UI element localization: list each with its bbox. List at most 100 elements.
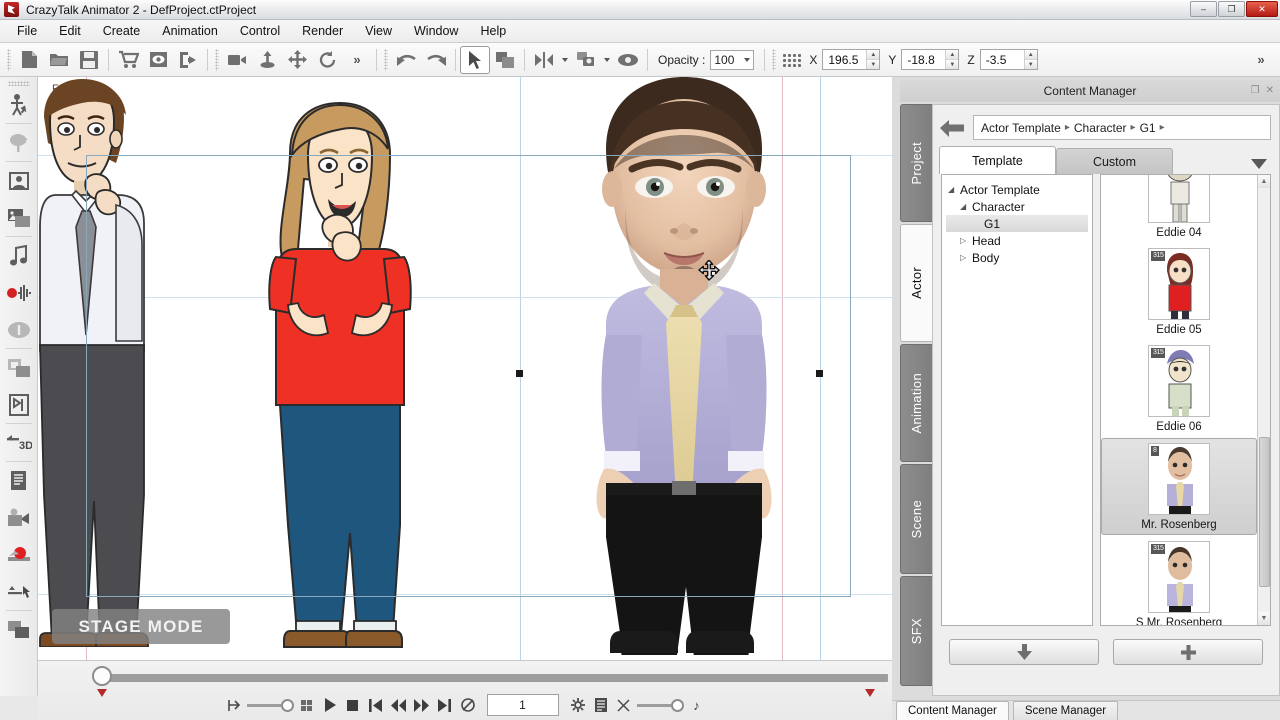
actor-tool-icon[interactable] bbox=[3, 86, 35, 123]
script-text-icon[interactable] bbox=[3, 462, 35, 499]
duplicate-icon[interactable] bbox=[490, 46, 520, 74]
tree-collapse-icon[interactable]: ▷ bbox=[960, 253, 972, 262]
move-tool-icon[interactable] bbox=[282, 46, 312, 74]
menu-render[interactable]: Render bbox=[291, 21, 354, 41]
tree-node-head[interactable]: ▷ Head bbox=[946, 232, 1088, 249]
sidebar-item-actor[interactable]: Actor bbox=[900, 224, 932, 342]
camera-object-icon[interactable] bbox=[3, 499, 35, 536]
undo-icon[interactable] bbox=[391, 46, 421, 74]
flip-horizontal-icon[interactable] bbox=[529, 46, 559, 74]
tree-node-character[interactable]: ◢ Character bbox=[946, 198, 1088, 215]
toolbar-grip[interactable] bbox=[215, 49, 219, 71]
list-item[interactable]: 315 Eddie 05 bbox=[1101, 244, 1257, 339]
select-arrow-icon[interactable] bbox=[460, 46, 490, 74]
record-camera-icon[interactable] bbox=[222, 46, 252, 74]
category-tree[interactable]: ◢ Actor Template ◢ Character G1 ▷ Head bbox=[941, 174, 1093, 626]
rotate-tool-icon[interactable] bbox=[312, 46, 342, 74]
prop-tool-icon[interactable] bbox=[3, 124, 35, 161]
first-frame-icon[interactable] bbox=[366, 695, 386, 715]
playback-settings-icon[interactable] bbox=[568, 695, 588, 715]
menu-create[interactable]: Create bbox=[92, 21, 152, 41]
layer-manager-icon[interactable] bbox=[3, 611, 35, 648]
breadcrumb-item-2[interactable]: G1 bbox=[1140, 121, 1156, 135]
last-frame-icon[interactable] bbox=[435, 695, 455, 715]
sidebar-item-animation[interactable]: Animation bbox=[900, 344, 932, 462]
audio-volume-icon[interactable]: ♪ bbox=[687, 695, 707, 715]
new-project-icon[interactable] bbox=[14, 46, 44, 74]
subtitle-text-icon[interactable] bbox=[3, 311, 35, 348]
tab-scene-manager[interactable]: Scene Manager bbox=[1013, 701, 1118, 720]
loop-toggle-icon[interactable] bbox=[458, 695, 478, 715]
y-stepper[interactable]: ▲▼ bbox=[945, 50, 958, 69]
selection-handle[interactable] bbox=[816, 370, 823, 377]
overflow-chevron-icon[interactable]: » bbox=[342, 46, 372, 74]
prev-frame-icon[interactable] bbox=[389, 695, 409, 715]
save-project-icon[interactable] bbox=[74, 46, 104, 74]
playback-speed-slider[interactable] bbox=[247, 699, 294, 712]
z-spinner[interactable]: ▲▼ bbox=[980, 49, 1038, 70]
marketplace-cart-icon[interactable] bbox=[113, 46, 143, 74]
media-element-icon[interactable] bbox=[3, 349, 35, 386]
stage-viewport[interactable]: FPS: 0.0 bbox=[38, 77, 892, 660]
render-record-icon[interactable] bbox=[3, 536, 35, 573]
tree-collapse-icon[interactable]: ▷ bbox=[960, 236, 972, 245]
opacity-input[interactable]: 100 bbox=[710, 50, 754, 70]
next-frame-icon[interactable] bbox=[412, 695, 432, 715]
thumbnail-list[interactable]: Eddie 04 bbox=[1101, 175, 1257, 625]
tree-node-body[interactable]: ▷ Body bbox=[946, 249, 1088, 266]
sidebar-item-sfx[interactable]: SFX bbox=[900, 576, 932, 686]
menu-edit[interactable]: Edit bbox=[48, 21, 92, 41]
panel-close-icon[interactable]: ✕ bbox=[1266, 85, 1274, 96]
add-content-button[interactable] bbox=[1113, 639, 1263, 665]
maximize-button[interactable]: ❐ bbox=[1218, 1, 1245, 17]
visibility-eye-icon[interactable] bbox=[613, 46, 643, 74]
current-frame-input[interactable]: 1 bbox=[487, 694, 559, 716]
timeline-track[interactable] bbox=[98, 674, 888, 682]
list-item-selected[interactable]: 8 Mr. Rosenberg bbox=[1101, 438, 1257, 535]
volume-slider-knob[interactable] bbox=[671, 699, 684, 712]
timeline-range-end-icon[interactable] bbox=[297, 695, 317, 715]
z-stepper[interactable]: ▲▼ bbox=[1024, 50, 1037, 69]
menu-animation[interactable]: Animation bbox=[151, 21, 229, 41]
x-stepper[interactable]: ▲▼ bbox=[866, 50, 879, 69]
align-grid-icon[interactable] bbox=[781, 52, 801, 68]
list-item[interactable]: 315 Eddie 06 bbox=[1101, 341, 1257, 436]
panel-float-icon[interactable]: ❐ bbox=[1251, 85, 1260, 96]
transform-pivot-icon[interactable] bbox=[252, 46, 282, 74]
timeline-panel-icon[interactable] bbox=[591, 695, 611, 715]
stage-canvas[interactable]: FPS: 0.0 bbox=[38, 77, 892, 660]
scroll-up-arrow-icon[interactable]: ▲ bbox=[1258, 175, 1270, 188]
tree-node-actor-template[interactable]: ◢ Actor Template bbox=[946, 181, 1088, 198]
tab-custom[interactable]: Custom bbox=[1056, 148, 1173, 174]
selection-handle[interactable] bbox=[516, 370, 523, 377]
breadcrumb-item-1[interactable]: Character bbox=[1074, 121, 1127, 135]
timeline-range-slider-icon[interactable] bbox=[224, 695, 244, 715]
list-item[interactable]: 315 S Mr. Rosenberg bbox=[1101, 537, 1257, 626]
close-button[interactable]: ✕ bbox=[1246, 1, 1278, 17]
sidebar-item-scene[interactable]: Scene bbox=[900, 464, 932, 574]
y-input[interactable] bbox=[902, 50, 945, 69]
three-d-motion-icon[interactable]: 3D bbox=[3, 424, 35, 461]
open-project-icon[interactable] bbox=[44, 46, 74, 74]
head-tool-icon[interactable] bbox=[3, 162, 35, 199]
align-icon[interactable] bbox=[571, 46, 601, 74]
audio-volume-slider[interactable] bbox=[637, 699, 684, 712]
filter-chevron-down-icon[interactable] bbox=[1251, 159, 1267, 169]
thumbnail-scrollbar[interactable]: ▲ ▼ bbox=[1257, 175, 1270, 625]
list-item[interactable]: Eddie 04 bbox=[1101, 174, 1257, 242]
export-icon[interactable] bbox=[173, 46, 203, 74]
z-input[interactable] bbox=[981, 50, 1024, 69]
tree-expand-icon[interactable]: ◢ bbox=[948, 185, 960, 194]
audio-key-icon[interactable] bbox=[614, 695, 634, 715]
redo-icon[interactable] bbox=[421, 46, 451, 74]
toolbar-overflow-button[interactable]: » bbox=[1246, 46, 1276, 74]
tab-content-manager[interactable]: Content Manager bbox=[896, 701, 1009, 720]
menu-view[interactable]: View bbox=[354, 21, 403, 41]
tab-template[interactable]: Template bbox=[939, 146, 1056, 174]
speed-slider-knob[interactable] bbox=[281, 699, 294, 712]
thumbnail-pane[interactable]: Eddie 04 bbox=[1100, 174, 1271, 626]
preview-icon[interactable] bbox=[143, 46, 173, 74]
align-dropdown-icon[interactable] bbox=[601, 46, 613, 74]
stop-button-icon[interactable] bbox=[343, 695, 363, 715]
menu-control[interactable]: Control bbox=[229, 21, 291, 41]
